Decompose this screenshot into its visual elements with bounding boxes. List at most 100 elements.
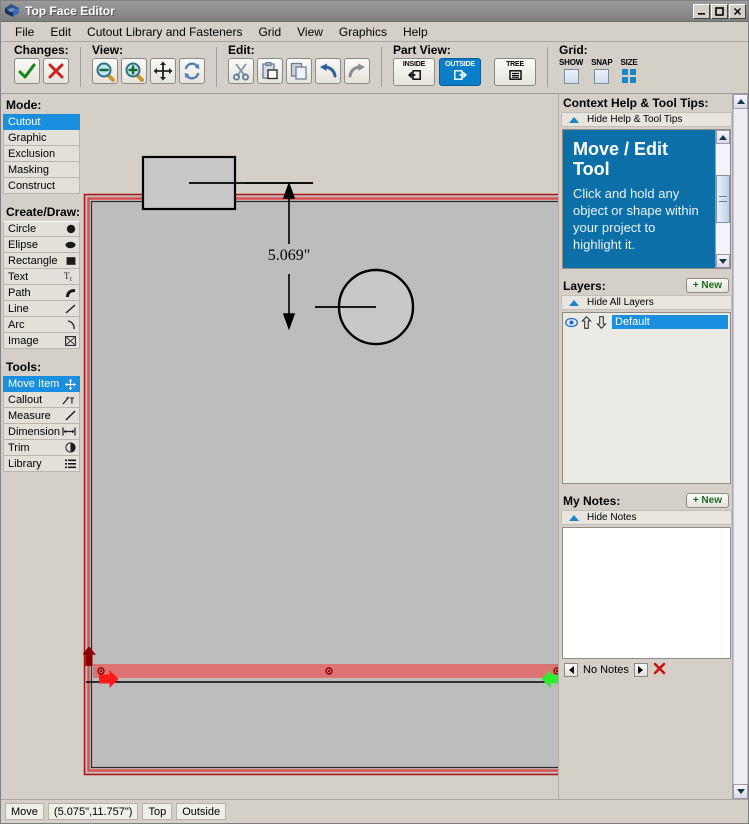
- toolbar-separator-3: [381, 47, 382, 87]
- menu-edit[interactable]: Edit: [42, 23, 79, 41]
- tree-label: TREE: [506, 61, 524, 68]
- panel-scrollbar[interactable]: [732, 94, 748, 799]
- undo-button[interactable]: [315, 58, 341, 84]
- tools-section-title: Tools:: [6, 360, 42, 374]
- draw-item-circle[interactable]: Circle: [3, 221, 80, 237]
- notes-next-button[interactable]: [633, 662, 648, 677]
- window-controls: [693, 3, 746, 19]
- menu-file[interactable]: File: [7, 23, 42, 41]
- mode-item-graphic[interactable]: Graphic: [3, 130, 80, 146]
- grid-size-icon[interactable]: [622, 69, 637, 83]
- help-scroll-thumb[interactable]: [716, 174, 730, 223]
- mode-item-label: Exclusion: [8, 147, 56, 160]
- grid-snap-checkbox[interactable]: [594, 69, 610, 84]
- part-body: [85, 194, 558, 774]
- hide-layers-bar[interactable]: Hide All Layers: [561, 295, 732, 310]
- tool-item-measure[interactable]: Measure: [3, 408, 80, 424]
- redo-arrow-icon: [348, 63, 365, 78]
- new-note-button[interactable]: + New: [685, 493, 729, 508]
- tool-item-dimension[interactable]: Dimension: [3, 424, 80, 440]
- draw-item-label: Path: [8, 286, 31, 299]
- draw-item-image[interactable]: Image: [3, 333, 80, 349]
- toolbar-group-view: View:: [85, 44, 212, 93]
- panel-scroll-up-button[interactable]: [733, 94, 748, 109]
- toolbar-separator-1: [80, 47, 81, 87]
- minimize-button[interactable]: [693, 3, 710, 19]
- measure-ruler-icon: [65, 410, 76, 421]
- zoom-out-button[interactable]: [92, 58, 118, 84]
- mode-item-exclusion[interactable]: Exclusion: [3, 146, 80, 162]
- part-view-inside-button[interactable]: INSIDE: [393, 58, 435, 86]
- panel-scroll-down-button[interactable]: [733, 784, 748, 799]
- cut-button[interactable]: [228, 58, 254, 84]
- zoom-in-button[interactable]: [121, 58, 147, 84]
- inside-label: INSIDE: [402, 61, 426, 68]
- draw-item-elipse[interactable]: Elipse: [3, 237, 80, 253]
- draw-item-text[interactable]: Text Tt: [3, 269, 80, 285]
- draw-item-arc[interactable]: Arc: [3, 317, 80, 333]
- collapse-triangle-icon: [569, 116, 579, 123]
- menu-view[interactable]: View: [289, 23, 331, 41]
- grid-size-control: SIZE: [621, 58, 638, 83]
- delete-note-button[interactable]: [653, 662, 666, 677]
- window-title: Top Face Editor: [25, 4, 115, 18]
- mode-item-label: Construct: [8, 179, 56, 192]
- help-panel-title: Context Help & Tool Tips:: [563, 96, 709, 110]
- maximize-button[interactable]: [711, 3, 728, 19]
- app-logo-icon: [4, 3, 20, 19]
- paste-button[interactable]: [257, 58, 283, 84]
- accept-changes-button[interactable]: [14, 58, 40, 84]
- cancel-changes-button[interactable]: [43, 58, 69, 84]
- part-view-tree-button[interactable]: TREE: [494, 58, 536, 86]
- dimension-label: 5.069": [268, 247, 311, 264]
- draw-item-line[interactable]: Line: [3, 301, 80, 317]
- mode-item-cutout[interactable]: Cutout: [3, 114, 80, 130]
- layer-move-up-icon[interactable]: [580, 315, 593, 329]
- mode-item-construct[interactable]: Construct: [3, 178, 80, 194]
- application-window: Top Face Editor File Edit Cutout Library…: [0, 0, 749, 824]
- notes-text-area[interactable]: [562, 527, 731, 659]
- help-scroll-down-button[interactable]: [716, 254, 730, 268]
- help-scroll-up-button[interactable]: [716, 130, 730, 144]
- layer-row[interactable]: Default: [565, 315, 728, 329]
- help-text-wrap: Move / Edit Tool Click and hold any obje…: [563, 130, 715, 268]
- redo-button[interactable]: [344, 58, 370, 84]
- menu-grid[interactable]: Grid: [250, 23, 289, 41]
- tool-item-move-item[interactable]: Move Item: [3, 376, 80, 392]
- draw-item-path[interactable]: Path: [3, 285, 80, 301]
- close-button[interactable]: [729, 3, 746, 19]
- tool-item-library[interactable]: Library: [3, 456, 80, 472]
- layer-name-label[interactable]: Default: [612, 315, 728, 329]
- pan-button[interactable]: [150, 58, 176, 84]
- hide-notes-bar[interactable]: Hide Notes: [561, 510, 732, 525]
- menu-graphics[interactable]: Graphics: [331, 23, 395, 41]
- hide-help-bar[interactable]: Hide Help & Tool Tips: [561, 112, 732, 127]
- tool-item-callout[interactable]: Callout T: [3, 392, 80, 408]
- help-scrollbar[interactable]: [715, 130, 730, 268]
- mode-item-masking[interactable]: Masking: [3, 162, 80, 178]
- layer-visibility-eye-icon[interactable]: [565, 315, 578, 329]
- grid-show-checkbox[interactable]: [563, 69, 579, 84]
- triangle-right-icon: [638, 665, 644, 674]
- panel-scroll-track[interactable]: [733, 109, 748, 784]
- menu-cutout-library-and-fasteners[interactable]: Cutout Library and Fasteners: [79, 23, 250, 41]
- drawing-canvas[interactable]: 5.069": [83, 94, 558, 799]
- tool-item-label: Move Item: [8, 378, 60, 390]
- layer-move-down-icon[interactable]: [595, 315, 608, 329]
- panel-spacer-2: [3, 349, 80, 358]
- new-layer-button[interactable]: + New: [685, 278, 729, 293]
- dimension-icon: [62, 426, 76, 437]
- toolbar-group-changes: Changes:: [7, 44, 76, 93]
- refresh-view-button[interactable]: [179, 58, 205, 84]
- canvas-svg[interactable]: 5.069": [83, 94, 558, 794]
- grid-group-label: Grid:: [559, 43, 588, 57]
- menu-help[interactable]: Help: [395, 23, 436, 41]
- part-view-outside-button[interactable]: OUTSIDE: [439, 58, 481, 86]
- copy-button[interactable]: [286, 58, 312, 84]
- outside-arrow-icon: [453, 70, 467, 83]
- help-scroll-track[interactable]: [716, 144, 730, 254]
- view-group-label: View:: [92, 43, 124, 57]
- tool-item-trim[interactable]: Trim: [3, 440, 80, 456]
- notes-prev-button[interactable]: [564, 662, 578, 677]
- draw-item-rectangle[interactable]: Rectangle: [3, 253, 80, 269]
